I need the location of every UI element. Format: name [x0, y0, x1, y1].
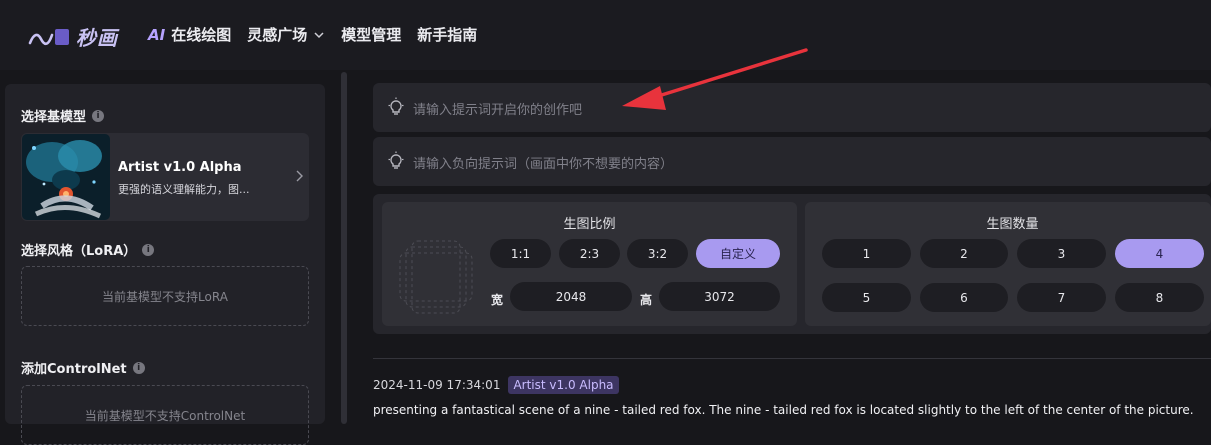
- count-option-5[interactable]: 5: [822, 283, 911, 312]
- ratio-option-2-3[interactable]: 2:3: [559, 239, 620, 268]
- info-icon[interactable]: i: [92, 109, 105, 122]
- image-count-title: 生图数量: [986, 217, 1039, 232]
- info-icon[interactable]: i: [142, 243, 155, 256]
- nav-label: 在线绘图: [171, 26, 232, 44]
- chevron-right-icon: [296, 170, 303, 182]
- controlnet-title: 添加ControlNet: [21, 362, 127, 377]
- history-meta: 2024-11-09 17:34:01 Artist v1.0 Alpha: [373, 376, 619, 394]
- height-label: 高: [640, 293, 653, 307]
- aspect-ratio-title: 生图比例: [563, 217, 616, 232]
- nav-label: 灵感广场: [247, 26, 308, 44]
- count-option-6[interactable]: 6: [920, 283, 1008, 312]
- nav-label: 模型管理: [341, 26, 402, 44]
- count-option-4[interactable]: 4: [1115, 239, 1204, 268]
- history-model-tag: Artist v1.0 Alpha: [508, 376, 619, 394]
- scrollbar-thumb[interactable]: [341, 72, 347, 424]
- aspect-ratio-preview-icon: [399, 240, 473, 314]
- model-description: 更强的语义理解能力，图...: [118, 183, 250, 196]
- chevron-down-icon: [314, 31, 324, 38]
- nav-model-management[interactable]: 模型管理: [341, 24, 401, 45]
- positive-prompt-input[interactable]: 请输入提示词开启你的创作吧: [373, 83, 1211, 132]
- history-divider: [373, 358, 1211, 359]
- lora-heading: 选择风格（LoRA） i: [21, 240, 155, 259]
- image-count-group: 生图数量 1 2 3 4 5 6 7 8: [805, 202, 1211, 326]
- main-nav: AI 在线绘图 灵感广场 模型管理 新手指南: [148, 24, 493, 45]
- ratio-option-3-2[interactable]: 3:2: [627, 239, 688, 268]
- info-icon[interactable]: i: [132, 361, 145, 374]
- negative-prompt-placeholder: 请输入负向提示词（画面中你不想要的内容）: [413, 157, 674, 172]
- generation-settings: 生图比例 1:1 2:3 3:2 自定义 宽 2048 高 3072 生图数量 …: [373, 194, 1211, 334]
- base-model-title: 选择基模型: [21, 110, 87, 125]
- lightbulb-icon: [388, 151, 404, 169]
- height-input[interactable]: 3072: [659, 282, 780, 311]
- nav-inspiration-square[interactable]: 灵感广场: [247, 24, 325, 45]
- brand-name: 秒画: [76, 26, 118, 50]
- positive-prompt-placeholder: 请输入提示词开启你的创作吧: [413, 103, 583, 118]
- model-name: Artist v1.0 Alpha: [118, 160, 242, 175]
- controlnet-empty-state: 当前基模型不支持ControlNet: [21, 385, 309, 445]
- width-label: 宽: [491, 293, 504, 307]
- main-workspace: 请输入提示词开启你的创作吧 请输入负向提示词（画面中你不想要的内容） 生图比例 …: [356, 72, 1211, 424]
- lora-empty-state: 当前基模型不支持LoRA: [21, 266, 309, 326]
- nav-beginner-guide[interactable]: 新手指南: [417, 24, 477, 45]
- brand-logo[interactable]: 秒画: [28, 22, 118, 51]
- base-model-card[interactable]: Artist v1.0 Alpha 更强的语义理解能力，图...: [21, 133, 309, 221]
- nav-online-drawing[interactable]: AI 在线绘图: [148, 24, 231, 45]
- nav-ai-prefix: AI: [148, 25, 166, 44]
- sidebar-scrollbar[interactable]: [339, 72, 349, 424]
- top-navigation-bar: 秒画 AI 在线绘图 灵感广场 模型管理 新手指南: [0, 0, 1211, 70]
- lora-title: 选择风格（LoRA）: [21, 244, 137, 259]
- base-model-heading: 选择基模型 i: [21, 106, 105, 125]
- count-option-3[interactable]: 3: [1017, 239, 1106, 268]
- ratio-option-1-1[interactable]: 1:1: [490, 239, 551, 268]
- controlnet-heading: 添加ControlNet i: [21, 358, 145, 377]
- count-option-7[interactable]: 7: [1017, 283, 1106, 312]
- count-option-2[interactable]: 2: [920, 239, 1008, 268]
- model-thumbnail: [22, 134, 110, 220]
- history-timestamp: 2024-11-09 17:34:01: [373, 378, 501, 392]
- count-option-8[interactable]: 8: [1115, 283, 1204, 312]
- lightbulb-icon: [388, 97, 404, 115]
- wave-logo-icon: [28, 28, 69, 45]
- history-prompt-text: presenting a fantastical scene of a nine…: [373, 403, 1194, 417]
- count-option-1[interactable]: 1: [822, 239, 911, 268]
- negative-prompt-input[interactable]: 请输入负向提示词（画面中你不想要的内容）: [373, 137, 1211, 186]
- nav-label: 新手指南: [417, 26, 478, 44]
- settings-sidebar: 选择基模型 i Artist v1.0 Alpha 更强的语义理解能力，图...: [5, 84, 325, 445]
- width-input[interactable]: 2048: [510, 282, 632, 311]
- aspect-ratio-group: 生图比例 1:1 2:3 3:2 自定义 宽 2048 高 3072: [382, 202, 797, 326]
- ratio-option-custom[interactable]: 自定义: [696, 239, 780, 268]
